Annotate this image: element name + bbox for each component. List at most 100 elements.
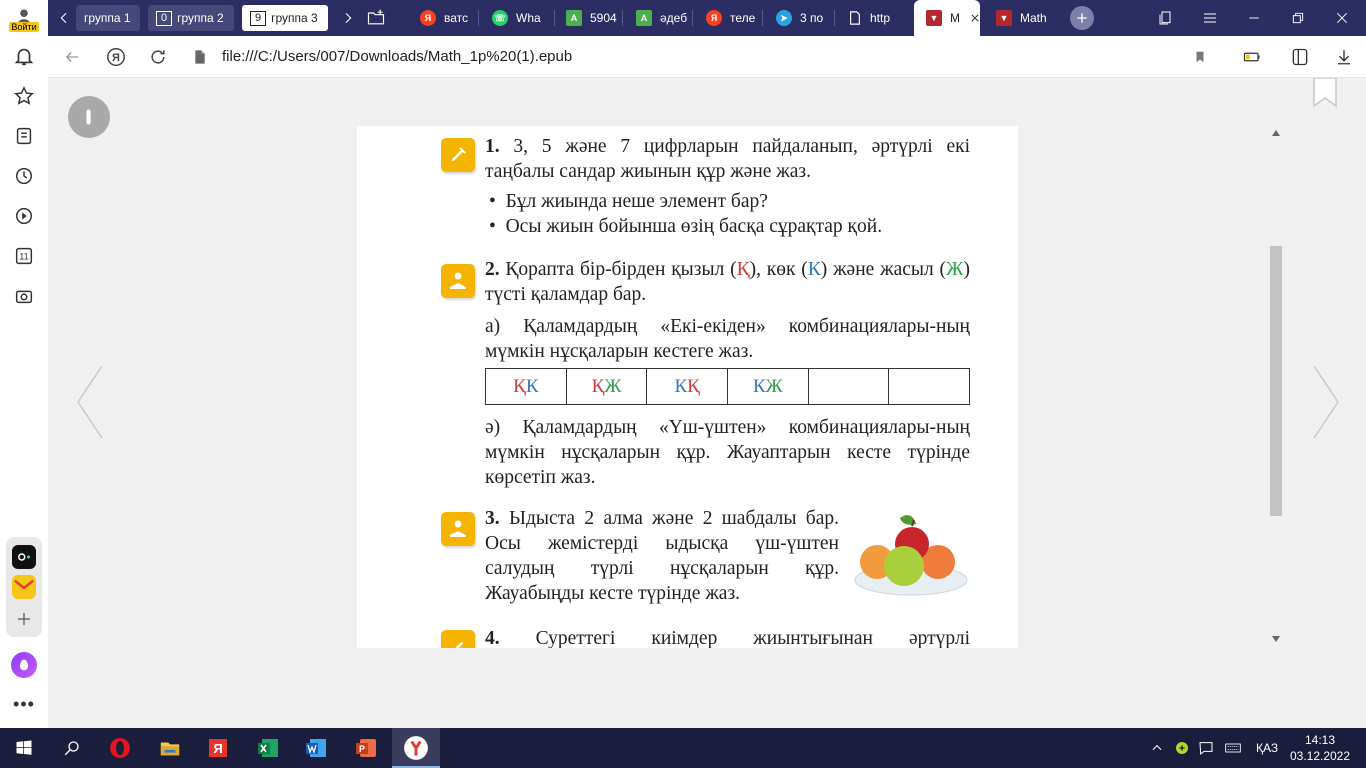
tab-manager-button[interactable]	[1146, 0, 1186, 36]
tab-3[interactable]: A 5904	[554, 0, 620, 36]
more-icon[interactable]: •••	[13, 694, 35, 714]
excel-icon	[258, 739, 278, 757]
tabs-scroll-right[interactable]	[338, 8, 358, 28]
alice-assistant-button[interactable]	[11, 652, 37, 678]
history-button[interactable]	[10, 162, 38, 190]
add-extension-button[interactable]	[12, 607, 36, 631]
restore-button[interactable]	[1278, 0, 1318, 36]
page-bookmark[interactable]	[1312, 77, 1338, 108]
yandex-logo-icon: Я	[107, 48, 125, 66]
tabs-scroll-left[interactable]	[54, 8, 74, 28]
book-page: 1. 3, 5 және 7 цифрларын пайдаланып, әрт…	[357, 126, 1018, 648]
scroll-up-icon[interactable]	[1272, 130, 1280, 136]
collections-icon	[16, 127, 32, 145]
letter-red: Қ	[736, 259, 750, 280]
clock[interactable]: 14:13 03.12.2022	[1289, 728, 1351, 768]
yandex-icon: Я	[209, 739, 227, 757]
letter-blue: К	[807, 259, 821, 280]
prev-page-arrow[interactable]	[74, 362, 114, 442]
login-button[interactable]: Войти	[9, 4, 39, 36]
mail-icon	[14, 579, 34, 594]
language-indicator[interactable]: ҚАЗ	[1256, 728, 1278, 768]
task-text: Ыдыста 2 алма және 2 шабдалы бар. Осы же…	[485, 508, 840, 604]
powerpoint-app[interactable]: P	[342, 728, 390, 768]
bookmark-button[interactable]	[1188, 45, 1212, 69]
close-tab-icon[interactable]	[970, 12, 980, 24]
tab-group-3[interactable]: 9 группа 3	[242, 5, 328, 31]
page-scrollbar[interactable]	[1268, 126, 1284, 648]
folder-icon	[160, 742, 180, 756]
telegram-icon: ➤	[776, 10, 792, 26]
new-tab-button[interactable]	[1070, 6, 1094, 30]
bookmarks-button[interactable]	[10, 82, 38, 110]
tab-group-1[interactable]: группа 1	[76, 5, 140, 31]
url-field[interactable]: file:///C:/Users/007/Downloads/Math_1p%2…	[222, 48, 572, 65]
task-number: 1.	[485, 136, 500, 157]
notifications-button[interactable]	[10, 42, 38, 70]
address-bar: Я file:///C:/Users/007/Downloads/Math_1p…	[48, 36, 1366, 78]
sidebar-panel-button[interactable]	[1288, 45, 1312, 69]
svg-text:Я: Я	[213, 741, 222, 756]
opera-app[interactable]	[96, 728, 144, 768]
scroll-down-icon[interactable]	[1272, 636, 1280, 642]
start-button[interactable]	[0, 728, 48, 768]
battery-saver-button[interactable]	[1240, 45, 1264, 69]
tab-2[interactable]: ☏ Wha	[480, 0, 552, 36]
tab-1[interactable]: Яватс	[408, 0, 474, 36]
sidebar-apps-panel	[6, 537, 42, 637]
star-icon	[14, 86, 34, 105]
collections-button[interactable]	[10, 122, 38, 150]
task-icon-pencil	[441, 630, 475, 648]
tab-7[interactable]: http	[836, 0, 906, 36]
excel-app[interactable]	[244, 728, 292, 768]
text: ) және жасыл (	[820, 259, 947, 280]
keyboard-button[interactable]	[1222, 728, 1244, 768]
extension-alice-music[interactable]	[12, 545, 36, 569]
extension-mail[interactable]	[12, 575, 36, 599]
word-app[interactable]	[292, 728, 340, 768]
downloads-button[interactable]	[1332, 45, 1356, 69]
tab-8-active[interactable]: ▼ M	[914, 0, 980, 36]
minimize-button[interactable]	[1234, 0, 1274, 36]
tab-4[interactable]: Aәдеб	[624, 0, 690, 36]
reader-icon	[450, 520, 466, 537]
letter-green: Ж	[946, 259, 964, 280]
clock-date: 03.12.2022	[1289, 749, 1351, 763]
tab-6[interactable]: ➤ 3 по	[764, 0, 832, 36]
clock-icon	[15, 167, 33, 185]
next-page-arrow[interactable]	[1302, 362, 1342, 442]
alice-icon	[20, 659, 28, 671]
yandex-app-active[interactable]	[392, 728, 440, 768]
tab-title: ватс	[444, 11, 469, 25]
scrollbar-thumb[interactable]	[1270, 246, 1282, 516]
video-button[interactable]	[10, 202, 38, 230]
camera-icon	[15, 290, 33, 304]
tray-app[interactable]	[1174, 728, 1190, 768]
tab-group-label: группа 3	[271, 11, 318, 25]
file-explorer-app[interactable]	[146, 728, 194, 768]
text: Қорапта бір-бірден қызыл (	[505, 259, 737, 280]
menu-button[interactable]	[1190, 0, 1230, 36]
screenshot-button[interactable]	[10, 282, 38, 310]
reader-menu-button[interactable]	[68, 96, 110, 138]
notification-center[interactable]	[1198, 728, 1214, 768]
yandex-browser-app[interactable]: Я	[194, 728, 242, 768]
clock-time: 14:13	[1304, 733, 1336, 747]
tab-5[interactable]: Ятеле	[694, 0, 760, 36]
tab-9[interactable]: ▼ Math	[984, 0, 1054, 36]
reload-button[interactable]	[146, 45, 170, 69]
plus-icon	[18, 613, 30, 625]
new-group-button[interactable]	[364, 7, 388, 29]
pause-icon	[86, 109, 91, 125]
message-icon	[1199, 742, 1213, 755]
back-button[interactable]	[60, 45, 84, 69]
close-window-button[interactable]	[1322, 0, 1362, 36]
search-button[interactable]	[48, 728, 96, 768]
task-text: Суреттегі киімдер жиынтығынан әртүрлі	[535, 628, 971, 648]
tabs-count-button[interactable]: 11	[10, 242, 38, 270]
tray-expand[interactable]	[1150, 728, 1164, 768]
tab-group-2[interactable]: 0 группа 2	[148, 5, 234, 31]
whatsapp-icon: ☏	[492, 10, 508, 26]
yandex-home-button[interactable]: Я	[104, 45, 128, 69]
task-2-text: 2. Қорапта бір-бірден қызыл (Қ), көк (К)…	[485, 257, 970, 307]
